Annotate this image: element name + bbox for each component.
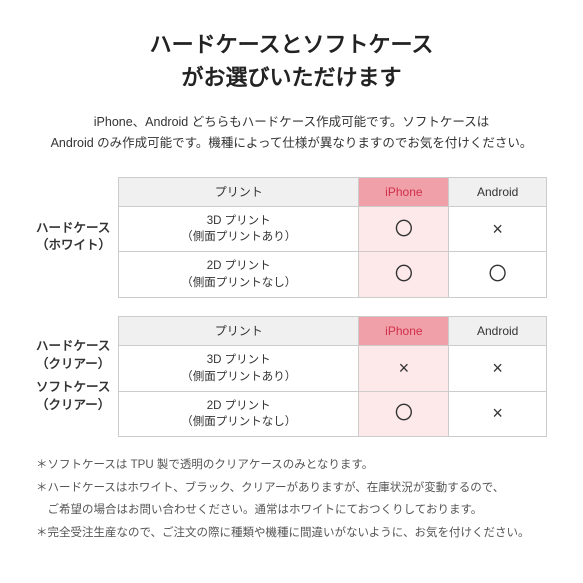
section2-row2-android: × [449, 391, 547, 436]
section2-row2-iphone: 〇 [359, 391, 449, 436]
section2-table-wrapper: ハードケース（クリアー） ソフトケース（クリアー） プリント iPhone An… [36, 316, 547, 437]
note-1: ＊ソフトケースは TPU 製で透明のクリアケースのみとなります。 [36, 455, 547, 476]
section1-table: プリント iPhone Android 3D プリント（側面プリントあり） 〇 … [118, 177, 547, 298]
section1-row1-android: × [449, 207, 547, 252]
section1-row1-print: 3D プリント（側面プリントあり） [119, 207, 359, 252]
section2-row2-print: 2D プリント（側面プリントなし） [119, 391, 359, 436]
section2-row1-iphone: × [359, 346, 449, 391]
section2-header-iphone: iPhone [359, 316, 449, 346]
section1-row-label: ハードケース（ホワイト） [36, 177, 118, 298]
section2-row-label-soft: ソフトケース（クリアー） [36, 379, 110, 414]
table-row: 2D プリント（側面プリントなし） 〇 〇 [119, 252, 547, 297]
section1-header-iphone: iPhone [359, 177, 449, 207]
section2-row-label-hard: ハードケース（クリアー） [36, 338, 110, 373]
section2-row1-print: 3D プリント（側面プリントあり） [119, 346, 359, 391]
section2-header-print: プリント [119, 316, 359, 346]
section1-row2-iphone: 〇 [359, 252, 449, 297]
section-clear: ハードケース（クリアー） ソフトケース（クリアー） プリント iPhone An… [36, 316, 547, 437]
section1-header-print: プリント [119, 177, 359, 207]
section2-row-label: ハードケース（クリアー） ソフトケース（クリアー） [36, 316, 118, 437]
section2-header-android: Android [449, 316, 547, 346]
section1-header-android: Android [449, 177, 547, 207]
section1-row1-iphone: 〇 [359, 207, 449, 252]
note-2-cont: ご希望の場合はお問い合わせください。通常はホワイトにておつくりしております。 [36, 500, 547, 521]
description-text: iPhone、Android どちらもハードケース作成可能です。ソフトケースは … [36, 112, 547, 155]
table-row: 3D プリント（側面プリントあり） × × [119, 346, 547, 391]
table-row: 3D プリント（側面プリントあり） 〇 × [119, 207, 547, 252]
section2-table: プリント iPhone Android 3D プリント（側面プリントあり） × … [118, 316, 547, 437]
section-hard-white: ハードケース（ホワイト） プリント iPhone Android 3D プリント… [36, 177, 547, 298]
page-title: ハードケースとソフトケース がお選びいただけます [36, 28, 547, 94]
page-container: ハードケースとソフトケース がお選びいただけます iPhone、Android … [0, 0, 583, 583]
section1-row2-print: 2D プリント（側面プリントなし） [119, 252, 359, 297]
table-row: 2D プリント（側面プリントなし） 〇 × [119, 391, 547, 436]
note-2: ＊ハードケースはホワイト、ブラック、クリアーがありますが、在庫状況が変動するので… [36, 478, 547, 499]
section1-table-wrapper: ハードケース（ホワイト） プリント iPhone Android 3D プリント… [36, 177, 547, 298]
note-3: ＊完全受注生産なので、ご注文の際に種類や機種に間違いがないように、お気を付けくだ… [36, 523, 547, 544]
notes-section: ＊ソフトケースは TPU 製で透明のクリアケースのみとなります。 ＊ハードケース… [36, 455, 547, 544]
section2-row1-android: × [449, 346, 547, 391]
section1-row2-android: 〇 [449, 252, 547, 297]
